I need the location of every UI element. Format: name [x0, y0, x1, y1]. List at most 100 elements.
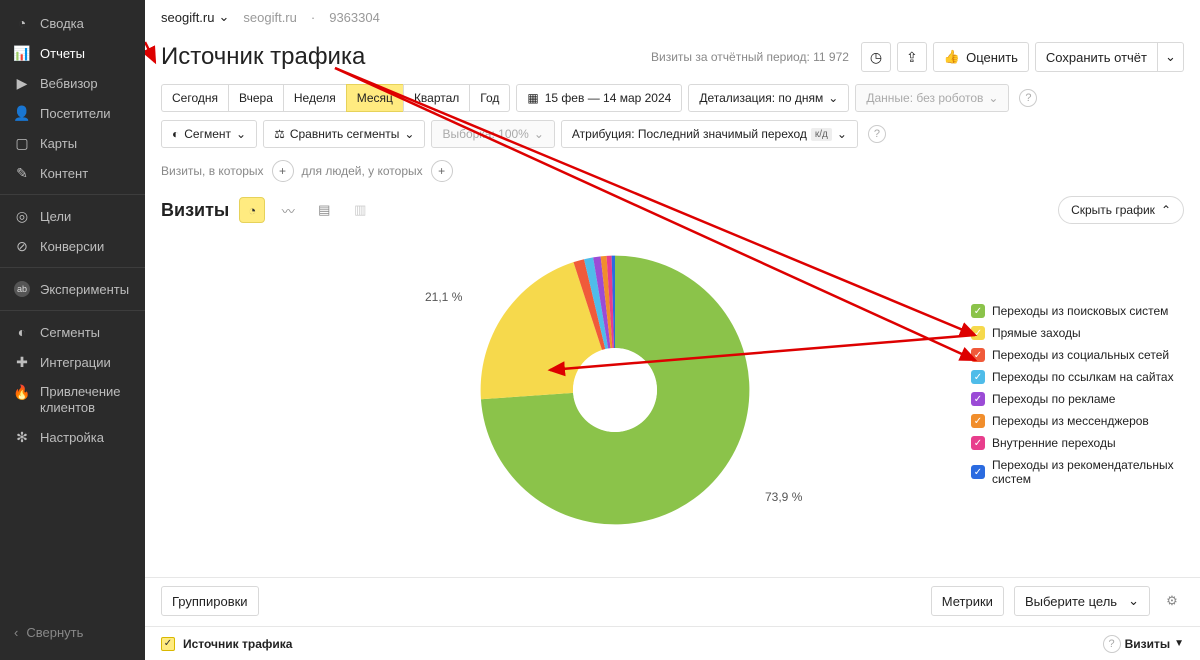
- sidebar-item-integrations[interactable]: ✚Интеграции: [0, 347, 145, 377]
- square-icon: ▢: [14, 135, 30, 151]
- sampling-button[interactable]: Выборка: 100%⌄: [431, 120, 554, 148]
- help-icon[interactable]: ?: [1019, 89, 1037, 107]
- goal-label: Выберите цель: [1025, 594, 1117, 609]
- hide-chart-label: Скрыть график: [1071, 203, 1155, 217]
- segment-label: Сегмент: [184, 127, 231, 141]
- chevron-down-icon: ⌄: [988, 91, 998, 105]
- chart-type-line[interactable]: 〰: [275, 197, 301, 223]
- sidebar-item-visitors[interactable]: 👤Посетители: [0, 98, 145, 128]
- legend-label: Внутренние переходы: [992, 436, 1116, 450]
- range-yesterday[interactable]: Вчера: [228, 84, 283, 112]
- fire-icon: 🔥: [14, 384, 30, 400]
- pie-icon: ◐: [172, 127, 179, 141]
- range-week[interactable]: Неделя: [283, 84, 346, 112]
- topbar: seogift.ru⌄ seogift.ru · 9363304: [145, 0, 1200, 34]
- sidebar-item-summary[interactable]: ◔Сводка: [0, 8, 145, 38]
- chart-type-area[interactable]: ▤: [311, 197, 337, 223]
- divider: [0, 267, 145, 268]
- sidebar-item-experiments[interactable]: abЭксперименты: [0, 274, 145, 304]
- robots-label: Данные: без роботов: [866, 91, 983, 105]
- bars-icon: 📊: [14, 45, 30, 61]
- pencil-icon: ✎: [14, 165, 30, 181]
- page-title: Источник трафика: [161, 43, 365, 71]
- legend-item[interactable]: ✓Переходы из мессенджеров: [971, 410, 1186, 432]
- legend-checkbox[interactable]: ✓: [971, 370, 985, 384]
- chevron-down-icon: ⌄: [218, 9, 229, 25]
- legend-item[interactable]: ✓ Переходы по ссылкам на сайтах: [971, 366, 1186, 388]
- attribution-button[interactable]: Атрибуция: Последний значимый переходк/д…: [561, 120, 858, 148]
- sidebar-item-segments[interactable]: ◐Сегменты: [0, 317, 145, 347]
- add-visit-condition[interactable]: +: [272, 160, 294, 182]
- detail-select[interactable]: Детализация: по дням⌄: [688, 84, 849, 112]
- export-button[interactable]: ⇪: [897, 42, 927, 72]
- sidebar-item-reports[interactable]: 📊Отчеты: [0, 38, 145, 68]
- table-settings[interactable]: ⚙: [1160, 589, 1184, 613]
- sidebar-item-content[interactable]: ✎ Контент: [0, 158, 145, 188]
- segment-row: ◐ Сегмент ⌄ ⚖Сравнить сегменты⌄ Выборка: 1…: [145, 120, 1200, 156]
- legend-checkbox[interactable]: ✓: [971, 436, 985, 450]
- sidebar-item-conversions[interactable]: ⊘ Конверсии: [0, 231, 145, 261]
- legend-checkbox[interactable]: ✓: [971, 465, 985, 479]
- legend-item[interactable]: ✓Переходы из поисковых систем: [971, 300, 1186, 322]
- header-checkbox[interactable]: ✓: [161, 637, 175, 651]
- pct-second-label: 21,1 %: [425, 290, 462, 304]
- donut-chart[interactable]: [475, 250, 755, 530]
- th-visits-label: Визиты: [1125, 637, 1171, 651]
- sidebar-item-maps[interactable]: ▢Карты: [0, 128, 145, 158]
- sidebar-item-label: Конверсии: [40, 239, 104, 254]
- th-source[interactable]: Источник трафика: [183, 637, 292, 651]
- period-summary: Визиты за отчётный период: 11 972: [651, 50, 849, 64]
- sidebar-item-settings[interactable]: ✻Настройка: [0, 422, 145, 452]
- add-people-condition[interactable]: +: [431, 160, 453, 182]
- chart-type-pie[interactable]: ◔: [239, 197, 265, 223]
- metrics-button[interactable]: Метрики: [931, 586, 1004, 616]
- legend-checkbox[interactable]: ✓: [971, 392, 985, 406]
- th-visits[interactable]: ? Визиты ▼: [1099, 635, 1184, 653]
- legend-item[interactable]: ✓Прямые заходы: [971, 322, 1186, 344]
- chevron-down-icon: ⌄: [1165, 49, 1176, 65]
- hide-chart-button[interactable]: Скрыть график⌃: [1058, 196, 1184, 224]
- percent-icon: ⊘: [14, 238, 30, 254]
- range-year[interactable]: Год: [469, 84, 510, 112]
- range-today[interactable]: Сегодня: [161, 84, 228, 112]
- groupings-button[interactable]: Группировки: [161, 586, 259, 616]
- sidebar-item-acquisition[interactable]: 🔥Привлечение клиентов: [0, 377, 145, 422]
- legend-item[interactable]: ✓Переходы из рекомендательных систем: [971, 454, 1186, 490]
- chart-type-bar[interactable]: ▥: [347, 197, 373, 223]
- legend-checkbox[interactable]: ✓: [971, 414, 985, 428]
- sidebar-item-label: Посетители: [40, 106, 111, 121]
- compare-button[interactable]: ⚖Сравнить сегменты⌄: [263, 120, 425, 148]
- chevron-left-icon: ‹: [14, 625, 18, 640]
- viz-row: Визиты ◔ 〰 ▤ ▥ Скрыть график⌃: [145, 196, 1200, 230]
- upload-icon: ⇪: [906, 49, 918, 66]
- history-button[interactable]: ◷: [861, 42, 891, 72]
- help-circle-icon[interactable]: ?: [1103, 635, 1121, 653]
- site-selector[interactable]: seogift.ru⌄: [161, 9, 229, 25]
- puzzle-icon: ✚: [14, 354, 30, 370]
- sort-desc-icon: ▼: [1174, 638, 1184, 649]
- sidebar-item-goals[interactable]: ◎Цели: [0, 201, 145, 231]
- legend-item[interactable]: ✓Переходы по рекламе: [971, 388, 1186, 410]
- attribution-label: Атрибуция: Последний значимый переход: [572, 127, 807, 141]
- robots-select[interactable]: Данные: без роботов ⌄: [855, 84, 1009, 112]
- range-quarter[interactable]: Квартал: [403, 84, 469, 112]
- help-icon[interactable]: ?: [868, 125, 886, 143]
- date-picker[interactable]: ▦15 фев — 14 мар 2024: [516, 84, 682, 112]
- sidebar-item-webvisor[interactable]: ▶Вебвизор: [0, 68, 145, 98]
- save-report-menu[interactable]: ⌄: [1158, 42, 1184, 72]
- goal-select[interactable]: Выберите цель⌄: [1014, 586, 1150, 616]
- rate-button[interactable]: 👍Оценить: [933, 42, 1029, 72]
- sidebar-item-label: Контент: [40, 166, 88, 181]
- people-where-label: для людей, у которых: [302, 164, 423, 178]
- legend-checkbox[interactable]: ✓: [971, 326, 985, 340]
- legend-checkbox[interactable]: ✓: [971, 348, 985, 362]
- save-report-button[interactable]: Сохранить отчёт: [1035, 42, 1158, 72]
- legend-checkbox[interactable]: ✓: [971, 304, 985, 318]
- sidebar-collapse[interactable]: ‹Свернуть: [0, 617, 145, 648]
- segment-button[interactable]: ◐Сегмент⌄: [161, 120, 257, 148]
- legend-item[interactable]: ✓Переходы из социальных сетей: [971, 344, 1186, 366]
- legend-item[interactable]: ✓ Внутренние переходы: [971, 432, 1186, 454]
- range-month[interactable]: Месяц: [346, 84, 403, 112]
- chevron-down-icon: ⌄: [404, 127, 414, 141]
- legend-label: Переходы по ссылкам на сайтах: [992, 370, 1174, 384]
